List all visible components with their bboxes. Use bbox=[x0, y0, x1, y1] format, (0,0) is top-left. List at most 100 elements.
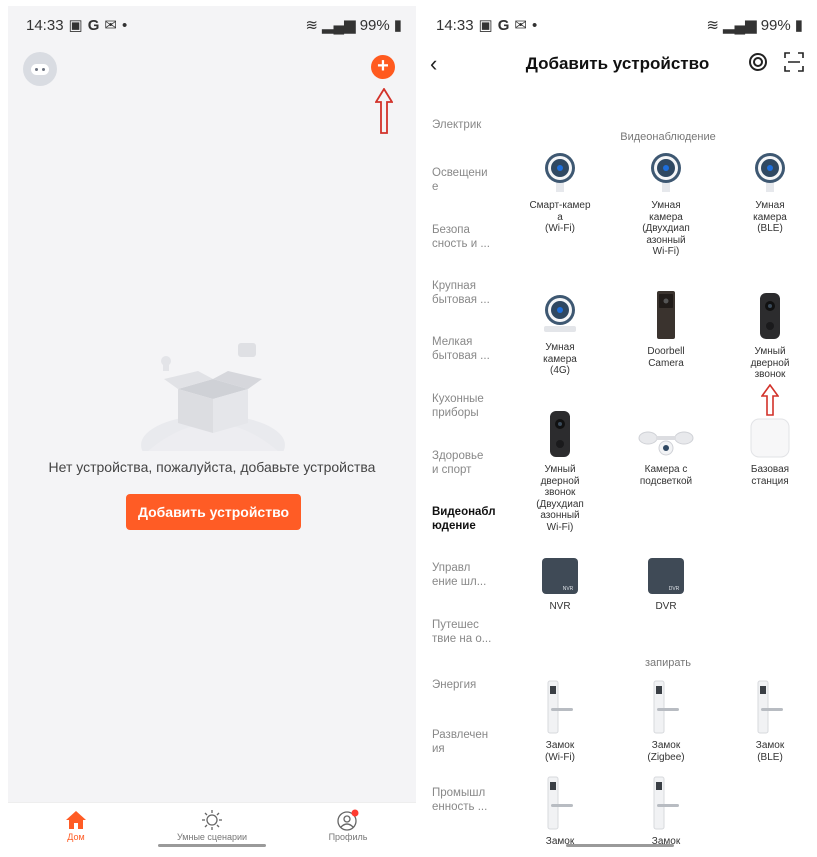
device-label: Doorbell Camera bbox=[647, 346, 685, 369]
status-time: 14:33 bbox=[436, 16, 474, 34]
camera-4g-icon bbox=[522, 288, 598, 336]
sidebar-item-energy[interactable]: Энергия bbox=[418, 678, 503, 692]
device-smart-camera-wifi[interactable]: Смарт-камер а (Wi-Fi) bbox=[522, 146, 598, 235]
tab-home-label: Дом bbox=[67, 832, 85, 842]
nvr-icon: NVR bbox=[522, 549, 598, 595]
device-label: Базовая станция bbox=[750, 464, 790, 487]
device-label: NVR bbox=[549, 601, 571, 612]
status-bar: 14:33 ▣ G ✉ • ≋ ▂▄▆ 99% ▮ bbox=[8, 6, 416, 40]
device-smart-camera-4g[interactable]: Умная камера (4G) bbox=[522, 288, 598, 377]
bottom-tab-bar: Дом Умные сценарии Профиль bbox=[8, 802, 416, 848]
google-icon: G bbox=[87, 16, 100, 34]
device-smart-camera-dualband[interactable]: Умная камера (Двухдиап азонный Wi-Fi) bbox=[628, 146, 704, 258]
signal-icon: ▂▄▆ bbox=[723, 17, 757, 34]
camera-icon bbox=[522, 146, 598, 194]
device-smart-doorbell-dualband[interactable]: Умный дверной звонок (Двухдиап азонный W… bbox=[522, 406, 598, 533]
tab-smart-scenes-label: Умные сценарии bbox=[176, 832, 248, 842]
add-device-button[interactable]: Добавить устройство bbox=[126, 494, 301, 530]
status-left: 14:33 ▣ G ✉ • bbox=[26, 16, 128, 35]
device-label: Камера с подсветкой bbox=[639, 464, 693, 487]
signal-icon: ▂▄▆ bbox=[322, 17, 356, 34]
device-smart-doorbell[interactable]: Умный дверной звонок bbox=[732, 288, 808, 381]
device-label: Умный дверной звонок (Двухдиап азонный W… bbox=[536, 464, 584, 533]
home-avatar[interactable] bbox=[23, 52, 57, 86]
device-label: Смарт-камер а (Wi-Fi) bbox=[529, 200, 591, 234]
battery-label: 99% bbox=[359, 16, 390, 34]
status-time: 14:33 bbox=[26, 16, 64, 34]
doorbell-icon bbox=[732, 288, 808, 340]
device-lock-wifi[interactable]: Замок (Wi-Fi) bbox=[522, 678, 598, 763]
sidebar-item-travel[interactable]: Путешес твие на о... bbox=[418, 618, 503, 646]
device-dvr[interactable]: DVR DVR bbox=[628, 549, 704, 613]
google-icon: G bbox=[497, 16, 510, 34]
floodlight-camera-icon bbox=[628, 406, 704, 458]
device-label: Замок (Wi-Fi) bbox=[545, 740, 575, 763]
auto-scan-icon[interactable] bbox=[748, 52, 768, 72]
sidebar-item-lighting[interactable]: Освещени е bbox=[418, 166, 503, 194]
home-indicator bbox=[158, 844, 266, 847]
device-base-station[interactable]: Базовая станция bbox=[732, 406, 808, 487]
door-lock-icon bbox=[628, 774, 704, 830]
status-right: ≋ ▂▄▆ 99% ▮ bbox=[305, 16, 402, 35]
device-doorbell-camera[interactable]: Doorbell Camera bbox=[628, 288, 704, 369]
sidebar-item-health[interactable]: Здоровье и спорт bbox=[418, 449, 503, 477]
sidebar-item-entertainment[interactable]: Развлечен ия bbox=[418, 728, 503, 756]
sidebar-item-gateway[interactable]: Управл ение шл... bbox=[418, 561, 503, 589]
mail-icon: ✉ bbox=[104, 17, 117, 34]
section-title-lock: запирать bbox=[644, 657, 692, 669]
wifi-icon: ≋ bbox=[305, 17, 318, 34]
door-lock-icon bbox=[628, 678, 704, 734]
base-station-icon bbox=[732, 406, 808, 458]
sidebar-item-electric[interactable]: Электрик bbox=[418, 118, 503, 132]
doorbell-icon bbox=[522, 406, 598, 458]
sidebar-item-security[interactable]: Безопа сность и ... bbox=[418, 223, 503, 251]
device-smart-camera-ble[interactable]: Умная камера (BLE) bbox=[732, 146, 808, 235]
device-label: Умный дверной звонок bbox=[750, 346, 790, 380]
sidebar-item-small-appliances[interactable]: Мелкая бытовая ... bbox=[418, 335, 503, 363]
up-arrow-annotation bbox=[375, 88, 393, 134]
device-label: Замок (Zigbee) bbox=[647, 740, 685, 763]
status-left: 14:33 ▣ G ✉ • bbox=[436, 16, 538, 35]
profile-icon bbox=[280, 808, 416, 832]
add-plus-button[interactable]: + bbox=[371, 55, 395, 79]
device-floodlight-camera[interactable]: Камера с подсветкой bbox=[628, 406, 704, 487]
add-device-screen: 14:33 ▣ G ✉ • ≋ ▂▄▆ 99% ▮ ‹ Добавить уст… bbox=[418, 6, 817, 848]
device-label: Умная камера (4G) bbox=[543, 342, 577, 376]
battery-label: 99% bbox=[760, 16, 791, 34]
camera-icon bbox=[732, 146, 808, 194]
doorbell-camera-icon bbox=[628, 288, 704, 340]
status-bar: 14:33 ▣ G ✉ • ≋ ▂▄▆ 99% ▮ bbox=[418, 6, 817, 40]
screenshot-root: 14:33 ▣ G ✉ • ≋ ▂▄▆ 99% ▮ + Нет устройст… bbox=[0, 0, 817, 857]
dot-icon: • bbox=[531, 16, 538, 34]
door-lock-icon bbox=[522, 678, 598, 734]
device-lock[interactable]: Замок bbox=[628, 774, 704, 848]
tab-profile[interactable]: Профиль bbox=[280, 803, 416, 848]
device-label: Замок (BLE) bbox=[755, 740, 785, 763]
nvr-tag: NVR bbox=[563, 586, 574, 592]
wifi-icon: ≋ bbox=[706, 17, 719, 34]
dvr-icon: DVR bbox=[628, 549, 704, 595]
device-lock[interactable]: Замок bbox=[522, 774, 598, 848]
device-label: DVR bbox=[655, 601, 677, 612]
empty-box-illustration bbox=[141, 343, 285, 451]
device-nvr[interactable]: NVR NVR bbox=[522, 549, 598, 613]
sidebar-item-video[interactable]: Видеонабл юдение bbox=[418, 505, 503, 533]
battery-icon: ▮ bbox=[393, 17, 402, 34]
sidebar-item-large-appliances[interactable]: Крупная бытовая ... bbox=[418, 279, 503, 307]
home-icon bbox=[8, 808, 144, 832]
status-right: ≋ ▂▄▆ 99% ▮ bbox=[706, 16, 803, 35]
camera-icon bbox=[628, 146, 704, 194]
gallery-icon: ▣ bbox=[68, 17, 83, 34]
tab-home[interactable]: Дом bbox=[8, 803, 144, 848]
section-title-video: Видеонаблюдение bbox=[620, 131, 716, 143]
tab-smart-scenes[interactable]: Умные сценарии bbox=[144, 803, 280, 848]
sidebar-item-kitchen[interactable]: Кухонные приборы bbox=[418, 392, 503, 420]
device-lock-zigbee[interactable]: Замок (Zigbee) bbox=[628, 678, 704, 763]
sun-icon bbox=[144, 808, 280, 832]
qr-scan-icon[interactable] bbox=[784, 52, 804, 72]
tab-profile-label: Профиль bbox=[328, 832, 368, 842]
dot-icon: • bbox=[121, 16, 128, 34]
sidebar-item-industry[interactable]: Промышл енность ... bbox=[418, 786, 503, 814]
device-label: Умная камера (Двухдиап азонный Wi-Fi) bbox=[642, 200, 690, 257]
device-lock-ble[interactable]: Замок (BLE) bbox=[732, 678, 808, 763]
